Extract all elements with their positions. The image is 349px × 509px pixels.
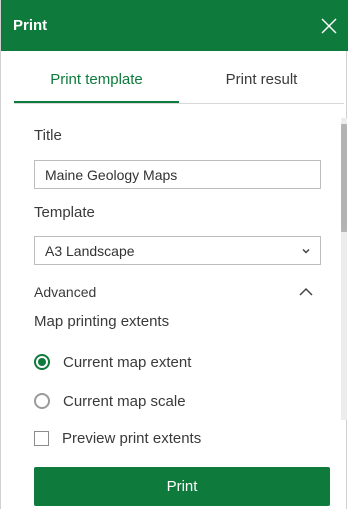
tab-bar: Print template Print result (14, 57, 344, 104)
option-label: Current map scale (63, 392, 186, 410)
tab-print-result[interactable]: Print result (179, 57, 344, 101)
template-select-value: A3 Landscape (45, 242, 135, 259)
title-input-value: Maine Geology Maps (45, 166, 178, 183)
preview-label: Preview print extents (62, 429, 202, 447)
title-input[interactable]: Maine Geology Maps (34, 160, 321, 189)
extents-label: Map printing extents (34, 313, 170, 330)
chevron-up-icon (299, 287, 313, 296)
preview-extents-checkbox-row[interactable]: Preview print extents (34, 427, 294, 449)
option-label: Current map extent (63, 353, 192, 371)
print-button[interactable]: Print (34, 467, 330, 506)
title-label: Title (34, 127, 62, 144)
print-panel: Print Print template Print result Title … (0, 0, 348, 509)
chevron-down-icon (302, 248, 310, 254)
radio-selected-icon[interactable] (34, 354, 50, 370)
checkbox-icon[interactable] (34, 430, 49, 446)
template-select[interactable]: A3 Landscape (34, 236, 321, 265)
panel-header: Print (1, 0, 348, 51)
radio-current-map-extent[interactable]: Current map extent (34, 351, 294, 373)
tab-print-template[interactable]: Print template (14, 57, 179, 103)
advanced-label: Advanced (34, 284, 97, 300)
template-label: Template (34, 204, 95, 221)
advanced-toggle[interactable]: Advanced (34, 281, 321, 305)
radio-current-map-scale[interactable]: Current map scale (34, 390, 294, 412)
scrollbar-thumb[interactable] (341, 124, 347, 232)
radio-unselected-icon[interactable] (34, 393, 50, 409)
panel-title: Print (13, 17, 48, 34)
close-icon[interactable] (320, 17, 338, 35)
